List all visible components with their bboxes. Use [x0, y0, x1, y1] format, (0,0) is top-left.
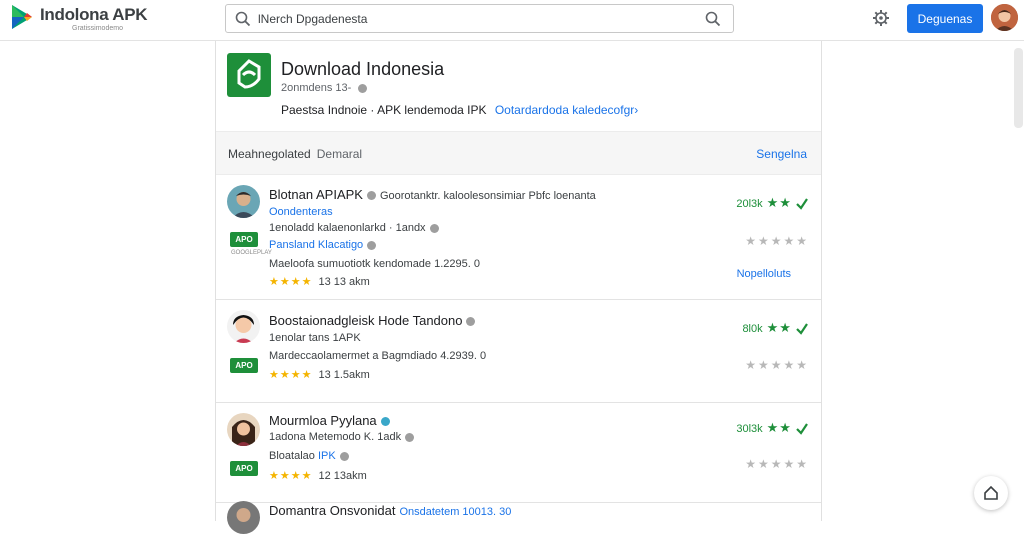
play-logo-icon[interactable]	[10, 4, 34, 30]
app-logo-icon[interactable]	[227, 53, 271, 97]
item-publisher[interactable]: Oondenteras	[269, 206, 333, 218]
item-category-text[interactable]: Pansland Klacatigo	[269, 239, 363, 251]
item-info-text: 1adona Metemodo K. 1adk	[269, 431, 402, 443]
item-score: 8l0k ★★	[742, 320, 809, 336]
primary-button[interactable]: Deguenas	[907, 4, 983, 33]
item-avatar	[227, 413, 260, 446]
app-header: Download Indonesia 2onmdens 13- Paestsa …	[216, 41, 821, 131]
item-version: Maeloofa sumuotiotk kendomade 1.2295. 0	[269, 258, 480, 270]
item-category-text: Bloatalao	[269, 450, 315, 462]
section-label-secondary[interactable]: Demaral	[317, 147, 362, 161]
apk-badge-subtitle: GOOGLEPLAY	[231, 250, 272, 256]
rate-stars-input[interactable]: ★★★★★	[745, 358, 809, 372]
check-icon[interactable]	[795, 322, 809, 336]
section-link[interactable]: Sengelna	[756, 147, 807, 161]
brand-name[interactable]: Indolona APK	[40, 5, 148, 25]
info-icon[interactable]	[358, 83, 368, 93]
item-info-text: 1enoladd kalaenonlarkd · 1andx	[269, 222, 426, 234]
rate-stars-input[interactable]: ★★★★★	[745, 234, 809, 248]
user-avatar[interactable]	[991, 4, 1018, 31]
item-title[interactable]: Boostaionadgleisk Hode Tandono	[269, 313, 462, 328]
item-score: 30l3k ★★	[736, 420, 809, 436]
item-info: 1adona Metemodo K. 1adk	[269, 431, 415, 443]
item-category: Bloatalao IPK	[269, 450, 349, 462]
app-title: Download Indonesia	[281, 59, 445, 79]
item-avatar	[227, 185, 260, 218]
item-version: Mardeccaolamermet a Bagmdiado 4.2939. 0	[269, 350, 487, 362]
info-icon	[429, 223, 439, 233]
app-description-link[interactable]: Ootardardoda kaledecofgr›	[495, 103, 638, 117]
item-title[interactable]: Domantra Onsvonidat	[269, 503, 395, 518]
item-avatar	[227, 501, 260, 534]
content-card: Download Indonesia 2onmdens 13- Paestsa …	[215, 41, 822, 534]
top-header: Indolona APK Gratissimodemo Deguenas	[0, 0, 1024, 41]
item-title-row: Domantra Onsvonidat Onsdatetem 10013. 30	[269, 503, 511, 518]
app-subtitle: 2onmdens 13-	[281, 82, 368, 94]
apk-badge: APO	[230, 232, 258, 247]
search-input[interactable]	[258, 10, 678, 28]
apk-badge: APO	[230, 461, 258, 476]
item-more-link[interactable]: Nopelloluts	[737, 268, 791, 280]
section-label-primary[interactable]: Meahnegolated	[228, 147, 311, 161]
list-item[interactable]: Domantra Onsvonidat Onsdatetem 10013. 30	[216, 501, 821, 534]
rating-text: 13 13 akm	[318, 276, 370, 288]
score-stars: ★★	[766, 420, 792, 435]
item-rating: ★★★★ 12 13akm	[269, 469, 367, 482]
app-description: Paestsa Indnoie · APK lendemoda IPK Oota…	[281, 103, 638, 117]
item-category[interactable]: Pansland Klacatigo	[269, 239, 377, 251]
score-text: 30l3k	[736, 423, 763, 435]
info-icon	[367, 240, 377, 250]
rating-stars: ★★★★	[269, 369, 313, 381]
score-text: 8l0k	[742, 323, 763, 335]
scrollbar-thumb[interactable]	[1014, 48, 1023, 128]
item-meta: Goorotanktr. kaloolesonsimiar Pbfc loena…	[379, 190, 596, 202]
item-category-link[interactable]: IPK	[318, 450, 336, 462]
verified-icon	[366, 191, 376, 201]
score-stars: ★★	[766, 320, 792, 335]
verified-icon	[380, 417, 390, 427]
home-icon	[984, 485, 998, 500]
item-title-row: Boostaionadgleisk Hode Tandono	[269, 313, 476, 328]
check-icon[interactable]	[795, 197, 809, 211]
score-stars: ★★	[766, 195, 792, 210]
score-text: 20l3k	[736, 198, 763, 210]
rating-text: 12 13akm	[318, 470, 367, 482]
rating-text: 13 1.5akm	[318, 369, 370, 381]
item-title-row: Blotnan APIAPK Goorotanktr. kaloolesonsim…	[269, 187, 596, 202]
item-avatar	[227, 310, 260, 343]
item-info: 1enolar tans 1APK	[269, 332, 361, 344]
item-rating: ★★★★ 13 1.5akm	[269, 368, 370, 381]
list-item[interactable]: Mourmloa Pyylana 1adona Metemodo K. 1adk…	[216, 403, 821, 503]
item-title-row: Mourmloa Pyylana	[269, 413, 390, 428]
search-submit-icon[interactable]	[705, 11, 721, 27]
verified-icon	[466, 317, 476, 327]
item-rating: ★★★★ 13 13 akm	[269, 275, 370, 288]
search-icon	[235, 11, 251, 27]
item-title[interactable]: Blotnan APIAPK	[269, 187, 363, 202]
item-score: 20l3k ★★	[736, 195, 809, 211]
item-title[interactable]: Mourmloa Pyylana	[269, 413, 377, 428]
rate-stars-input[interactable]: ★★★★★	[745, 457, 809, 471]
section-label: Meahnegolated Demaral	[228, 147, 362, 161]
app-subtitle-text: 2onmdens 13-	[281, 82, 352, 94]
list-item[interactable]: Blotnan APIAPK Goorotanktr. kaloolesonsim…	[216, 175, 821, 300]
info-icon	[405, 432, 415, 442]
list-item[interactable]: Boostaionadgleisk Hode Tandono 1enolar t…	[216, 300, 821, 403]
check-icon[interactable]	[795, 422, 809, 436]
apk-badge: APO	[230, 358, 258, 373]
info-icon	[339, 451, 349, 461]
settings-icon[interactable]	[872, 9, 890, 27]
brand-tagline: Gratissimodemo	[72, 25, 123, 32]
item-info: 1enoladd kalaenonlarkd · 1andx	[269, 222, 439, 234]
item-meta: Onsdatetem 10013. 30	[399, 506, 512, 518]
rating-stars: ★★★★	[269, 276, 313, 288]
app-description-text: Paestsa Indnoie · APK lendemoda IPK	[281, 103, 487, 117]
rating-stars: ★★★★	[269, 470, 313, 482]
home-fab-button[interactable]	[974, 476, 1008, 510]
search-box[interactable]	[225, 4, 734, 33]
section-bar: Meahnegolated Demaral Sengelna	[216, 131, 821, 175]
